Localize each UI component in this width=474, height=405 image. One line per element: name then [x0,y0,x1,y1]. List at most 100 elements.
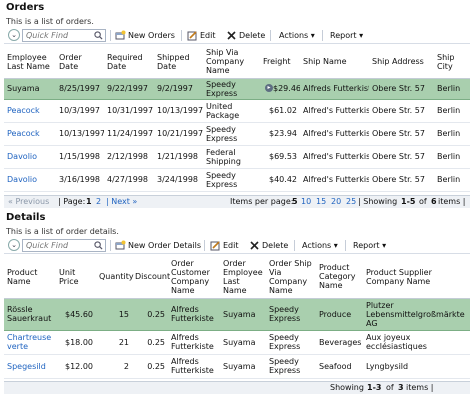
employee-cell[interactable]: Peacock [4,99,56,123]
column-header[interactable]: Order Ship Via Company Name [266,256,316,299]
employee-link[interactable]: Davolio [7,175,37,184]
employee-link[interactable]: Peacock [7,129,40,138]
toolbar-separator [110,30,111,41]
customer-cell: Alfreds Futterkiste [168,354,220,379]
details-description: This is a list of order details. [6,227,119,236]
actions-label: Actions [279,31,309,40]
table-row[interactable]: Davolio 1/15/1998 2/12/1998 1/21/1998 Fe… [4,145,470,169]
column-header[interactable]: Ship Address [369,46,434,79]
employee-cell[interactable]: Davolio [4,145,56,169]
orders-quick-find-input[interactable] [23,30,93,41]
required-date-cell: 9/22/1997 [104,77,154,100]
column-header[interactable]: Freight [260,46,300,79]
orders-quick-find[interactable] [22,29,106,42]
ship-city-cell: Berlin [434,77,470,100]
page-size-option[interactable]: 25 [346,196,356,208]
product-cell[interactable]: Chartreuse verte [4,330,56,355]
column-header[interactable]: Ship Via Company Name [203,46,260,79]
row-menu-icon[interactable]: ▸ [265,84,273,92]
column-header[interactable]: Product Name [4,256,56,299]
column-header[interactable]: Ship Name [300,46,369,79]
table-row[interactable]: Suyama 8/25/1997 9/22/1997 9/2/1997 Spee… [4,77,470,100]
page-size-option[interactable]: 15 [316,196,326,208]
column-header[interactable]: Order Employee Last Name [220,256,266,299]
actions-menu[interactable]: Actions ▾ [302,239,338,252]
order-date-cell: 8/25/1997 [56,77,104,100]
column-header[interactable]: Required Date [104,46,154,79]
ship-name-cell: Alfreds Futterkiste [300,77,369,100]
ship-city-cell: Berlin [434,168,470,192]
edit-button[interactable]: Edit [210,239,239,252]
new-order-details-label: New Order Details [128,241,202,250]
delete-button[interactable]: Delete [249,239,288,252]
employee-link[interactable]: Peacock [7,106,40,115]
edit-button[interactable]: Edit [187,29,216,42]
toolbar-separator [322,30,323,41]
page-size-option[interactable]: 5 [292,196,298,208]
column-header[interactable]: Employee Last Name [4,46,56,79]
delete-button[interactable]: Delete [226,29,265,42]
table-row[interactable]: Spegesild $12.00 2 0.25 Alfreds Futterki… [4,354,470,379]
column-header[interactable]: Quantity [96,256,134,299]
showing-of: of [386,383,394,392]
table-row[interactable]: Chartreuse verte $18.00 21 0.25 Alfreds … [4,330,470,355]
table-row[interactable]: Davolio 3/16/1998 4/27/1998 3/24/1998 Sp… [4,168,470,192]
new-orders-button[interactable]: New Orders [115,29,175,42]
page-link-2[interactable]: 2 [96,196,101,208]
delete-icon [227,31,236,40]
employee-link[interactable]: Davolio [7,152,37,161]
product-link[interactable]: Spegesild [7,362,46,371]
details-quick-find[interactable] [22,239,106,252]
column-header[interactable]: Shipped Date [154,46,203,79]
shipped-date-cell: 9/2/1997 [154,77,203,100]
showing-range: 1-5 [401,197,416,206]
details-quick-find-input[interactable] [23,240,93,251]
product-link[interactable]: Chartreuse verte [7,333,51,351]
previous-page-link[interactable]: « Previous [8,196,49,208]
employee-cell[interactable]: Davolio [4,168,56,192]
ship-name-cell: Alfred's Futterkiste [300,122,369,146]
category-cell: Produce [316,297,363,331]
column-header[interactable]: Unit Price [56,256,96,299]
search-icon[interactable] [94,241,103,250]
details-view-selector[interactable]: ⌄ [8,239,20,251]
column-header[interactable]: Discount [132,256,170,299]
supplier-cell: Aux joyeux ecclésiastiques [363,330,470,355]
column-header[interactable]: Order Date [56,46,104,79]
edit-label: Edit [200,31,216,40]
next-page-link[interactable]: | Next » [106,196,137,208]
ship-via-cell: Speedy Express [203,77,260,100]
orders-description: This is a list of orders. [6,17,94,26]
product-cell[interactable]: Spegesild [4,354,56,379]
table-row[interactable]: Peacock 10/13/1997 11/24/1997 10/21/1997… [4,122,470,146]
page-size-option[interactable]: 10 [301,196,311,208]
order-date-cell: 3/16/1998 [56,168,104,192]
edit-icon [187,31,197,41]
report-menu[interactable]: Report ▾ [330,29,363,42]
delete-icon [250,241,259,250]
column-header[interactable]: Product Category Name [316,256,363,299]
order-date-cell: 10/3/1997 [56,99,104,123]
category-cell: Beverages [316,330,363,355]
page-link-1[interactable]: 1 [86,196,92,208]
column-header[interactable]: Order Customer Company Name [168,256,220,299]
report-menu[interactable]: Report ▾ [353,239,386,252]
toolbar-separator [294,240,295,251]
employee-cell: Suyama [220,354,266,379]
column-header[interactable]: Ship City [434,46,470,79]
column-header[interactable]: Product Supplier Company Name [363,256,470,299]
ship-via-cell: Speedy Express [203,168,260,192]
search-icon[interactable] [94,31,103,40]
discount-cell: 0.25 [132,330,168,355]
orders-view-selector[interactable]: ⌄ [8,29,20,41]
table-row[interactable]: Peacock 10/3/1997 10/31/1997 10/13/1997 … [4,99,470,123]
showing-prefix: | Showing [358,197,398,206]
page-size-option[interactable]: 20 [331,196,341,208]
discount-cell: 0.25 [132,354,168,379]
actions-menu[interactable]: Actions ▾ [279,29,315,42]
employee-cell[interactable]: Peacock [4,122,56,146]
new-order-details-button[interactable]: New Order Details [115,239,201,252]
orders-toolbar: ⌄ New Orders Edit Delete Actions ▾ Repor… [4,28,470,44]
required-date-cell: 11/24/1997 [104,122,154,146]
table-row[interactable]: Rössle Sauerkraut $45.60 15 0.25 Alfreds… [4,297,470,331]
